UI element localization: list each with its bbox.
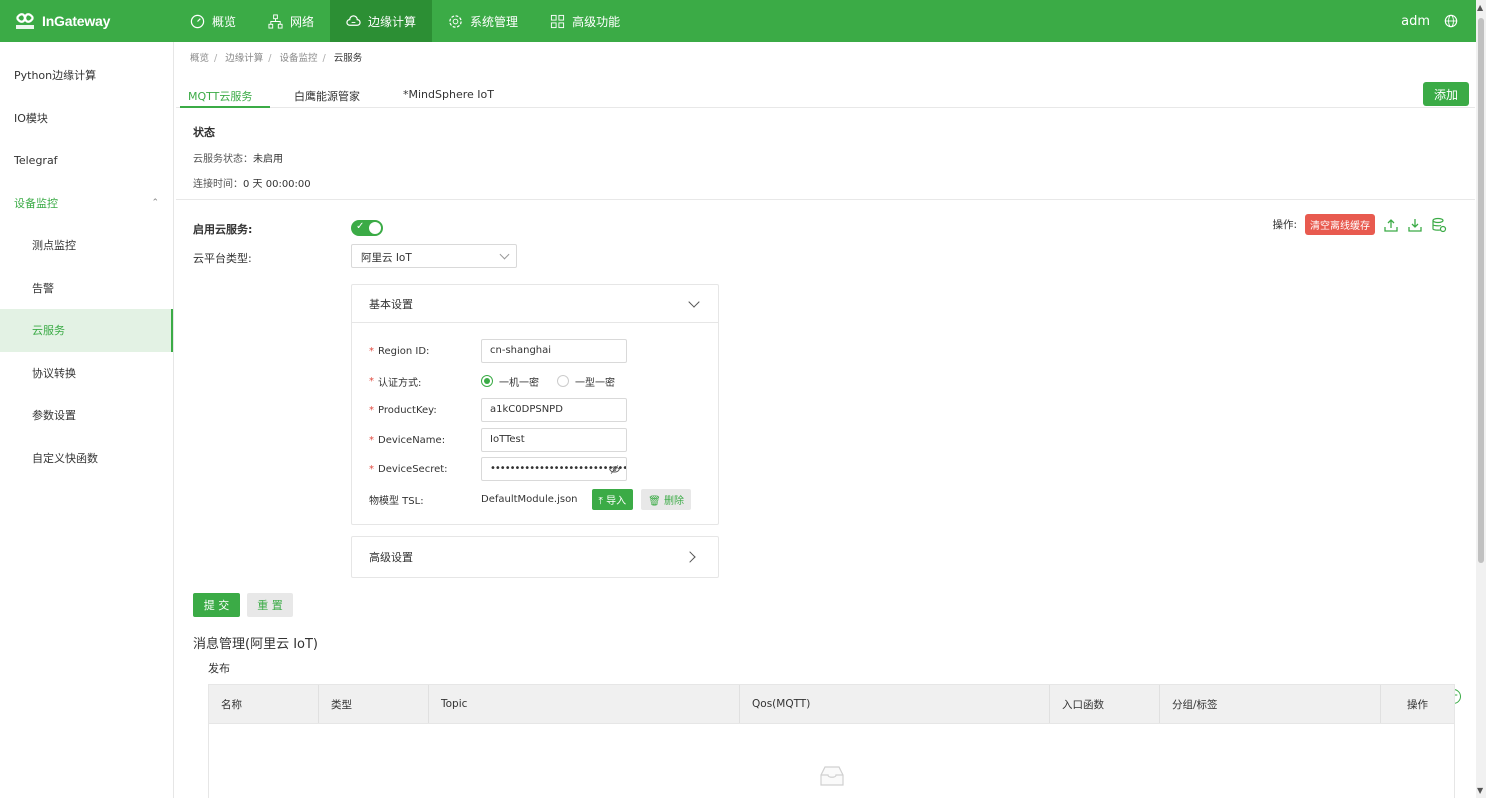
chevron-up-icon: ⌃ [151, 197, 159, 208]
device-secret-input[interactable]: •••••••••••••••••••••••••••• [481, 457, 627, 481]
col-actions: 操作 [1407, 698, 1428, 711]
auth-radio-one-device[interactable] [481, 375, 493, 387]
sidebar-item-device-monitor[interactable]: 设备监控 ⌃ [0, 182, 173, 225]
tab-mindsphere[interactable]: *MindSphere IoT [403, 88, 494, 101]
sidebar: Python边缘计算 IO模块 Telegraf 设备监控 ⌃ 测点监控 告警 云… [0, 42, 174, 798]
trash-icon: 🗑 [648, 495, 665, 507]
auth-radio-group: 一机一密 一型一密 [481, 369, 615, 393]
col-qos: Qos(MQTT) [740, 685, 1050, 723]
status-title: 状态 [193, 126, 215, 139]
basic-settings-card: 基本设置 * Region ID: cn-shanghai * 认证方式: 一机一密… [351, 284, 719, 525]
col-group-tag: 分组/标签 [1160, 685, 1381, 723]
submit-button[interactable]: 提 交 [193, 593, 240, 617]
tab-baiying[interactable]: 白鹰能源管家 [294, 88, 360, 104]
eye-off-icon[interactable] [609, 464, 620, 475]
message-management-title: 消息管理(阿里云 IoT) [193, 637, 319, 652]
sidebar-item-protocol[interactable]: 协议转换 [0, 352, 173, 395]
tab-bar: MQTT云服务 白鹰能源管家 *MindSphere IoT [176, 82, 1475, 108]
import-button[interactable]: ⤒ 导入 [591, 488, 634, 510]
upload-icon[interactable] [1383, 217, 1399, 233]
main-nav: 概览 网络 边缘计算 系统管理 高级功能 [174, 0, 636, 42]
sidebar-item-params[interactable]: 参数设置 [0, 394, 173, 437]
sidebar-item-telegraf[interactable]: Telegraf [0, 139, 173, 182]
divider [176, 199, 1475, 200]
page-scrollbar[interactable]: ▲ ▼ [1476, 0, 1486, 798]
nav-overview[interactable]: 概览 [174, 0, 252, 42]
database-settings-icon[interactable] [1431, 217, 1447, 233]
col-name: 名称 [209, 685, 319, 723]
check-icon: ✓ [356, 221, 365, 232]
globe-icon[interactable] [1444, 14, 1458, 28]
download-icon[interactable] [1407, 217, 1423, 233]
region-label: * Region ID: [369, 345, 430, 357]
top-right-area: adm [1401, 14, 1476, 29]
platform-select[interactable]: 阿里云 IoT [351, 244, 517, 268]
table-header: 名称 类型 Topic Qos(MQTT) 入口函数 分组/标签 操作 [209, 685, 1454, 724]
auth-radio-one-product[interactable] [557, 375, 569, 387]
auth-label: * 认证方式: [369, 375, 422, 389]
brand-name: InGateway [42, 13, 111, 29]
sidebar-item-alarm[interactable]: 告警 [0, 267, 173, 310]
delete-button[interactable]: 🗑 删除 [641, 488, 692, 510]
product-key-input[interactable]: a1kC0DPSNPD [481, 398, 627, 422]
nav-network[interactable]: 网络 [252, 0, 330, 42]
breadcrumb: 概览 / 边缘计算 / 设备监控 / 云服务 [190, 53, 363, 64]
region-input[interactable]: cn-shanghai [481, 339, 627, 363]
status-section: 状态 云服务状态：未启用 连接时间：0 天 00:00:00 [193, 124, 311, 190]
network-icon [268, 13, 283, 29]
publish-label: 发布 [208, 662, 230, 675]
tsl-label: 物模型 TSL: [369, 495, 424, 507]
operations-bar: 操作: 清空离线缓存 [1272, 214, 1447, 235]
col-topic: Topic [429, 685, 740, 723]
device-label: * DeviceName: [369, 434, 446, 446]
device-name-input[interactable]: IoTTest [481, 428, 627, 452]
top-bar: InGateway 概览 网络 边缘计算 系统管理 高级功能 adm [0, 0, 1476, 42]
tab-mqtt[interactable]: MQTT云服务 [188, 88, 252, 104]
secret-label: * DeviceSecret: [369, 463, 448, 475]
sidebar-item-cloud-service[interactable]: 云服务 [0, 309, 173, 352]
tsl-row: DefaultModule.json ⤒ 导入 🗑 删除 [481, 487, 692, 511]
platform-label: 云平台类型: [193, 252, 252, 265]
scrollbar-thumb[interactable] [1478, 18, 1484, 563]
add-button[interactable]: 添加 [1423, 82, 1469, 106]
chevron-down-icon [688, 296, 700, 308]
grid-icon [551, 14, 565, 28]
tsl-file-name: DefaultModule.json [481, 493, 578, 505]
reset-button[interactable]: 重 置 [247, 593, 293, 617]
col-entry-function: 入口函数 [1050, 685, 1160, 723]
gear-icon [449, 14, 462, 28]
scroll-down-icon[interactable]: ▼ [1477, 786, 1483, 795]
chevron-down-icon [499, 249, 510, 260]
chevron-right-icon [684, 551, 696, 563]
ops-label: 操作: [1272, 219, 1297, 231]
sidebar-item-io[interactable]: IO模块 [0, 97, 173, 140]
dashboard-icon [190, 14, 205, 28]
inhand-logo-icon [16, 13, 34, 29]
enable-toggle[interactable]: ✓ [351, 220, 383, 236]
empty-inbox-icon [820, 766, 844, 786]
service-status: 云服务状态：未启用 [193, 154, 283, 165]
sidebar-item-custom-func[interactable]: 自定义快函数 [0, 437, 173, 480]
tab-active-indicator [180, 106, 270, 108]
cloud-icon [346, 14, 361, 26]
product-label: * ProductKey: [369, 404, 437, 416]
nav-edge-computing[interactable]: 边缘计算 [330, 0, 433, 42]
enable-label: 启用云服务: [193, 223, 253, 236]
upload-icon: ⤒ [598, 495, 607, 507]
sidebar-item-point-monitor[interactable]: 测点监控 [0, 224, 173, 267]
sidebar-item-python[interactable]: Python边缘计算 [0, 54, 173, 97]
basic-settings-header[interactable]: 基本设置 [352, 285, 718, 323]
connection-time: 连接时间：0 天 00:00:00 [193, 179, 311, 190]
main-content: 概览 / 边缘计算 / 设备监控 / 云服务 MQTT云服务 白鹰能源管家 *Mind… [176, 42, 1475, 798]
toggle-knob [369, 222, 381, 234]
publish-table: 名称 类型 Topic Qos(MQTT) 入口函数 分组/标签 操作 [208, 684, 1455, 798]
nav-advanced[interactable]: 高级功能 [534, 0, 636, 42]
clear-cache-button[interactable]: 清空离线缓存 [1305, 214, 1375, 235]
logo[interactable]: InGateway [0, 11, 174, 31]
user-menu[interactable]: adm [1401, 14, 1430, 29]
advanced-settings-header[interactable]: 高级设置 [351, 536, 719, 578]
scroll-up-icon[interactable]: ▲ [1477, 3, 1483, 12]
col-type: 类型 [319, 685, 429, 723]
nav-system[interactable]: 系统管理 [432, 0, 534, 42]
